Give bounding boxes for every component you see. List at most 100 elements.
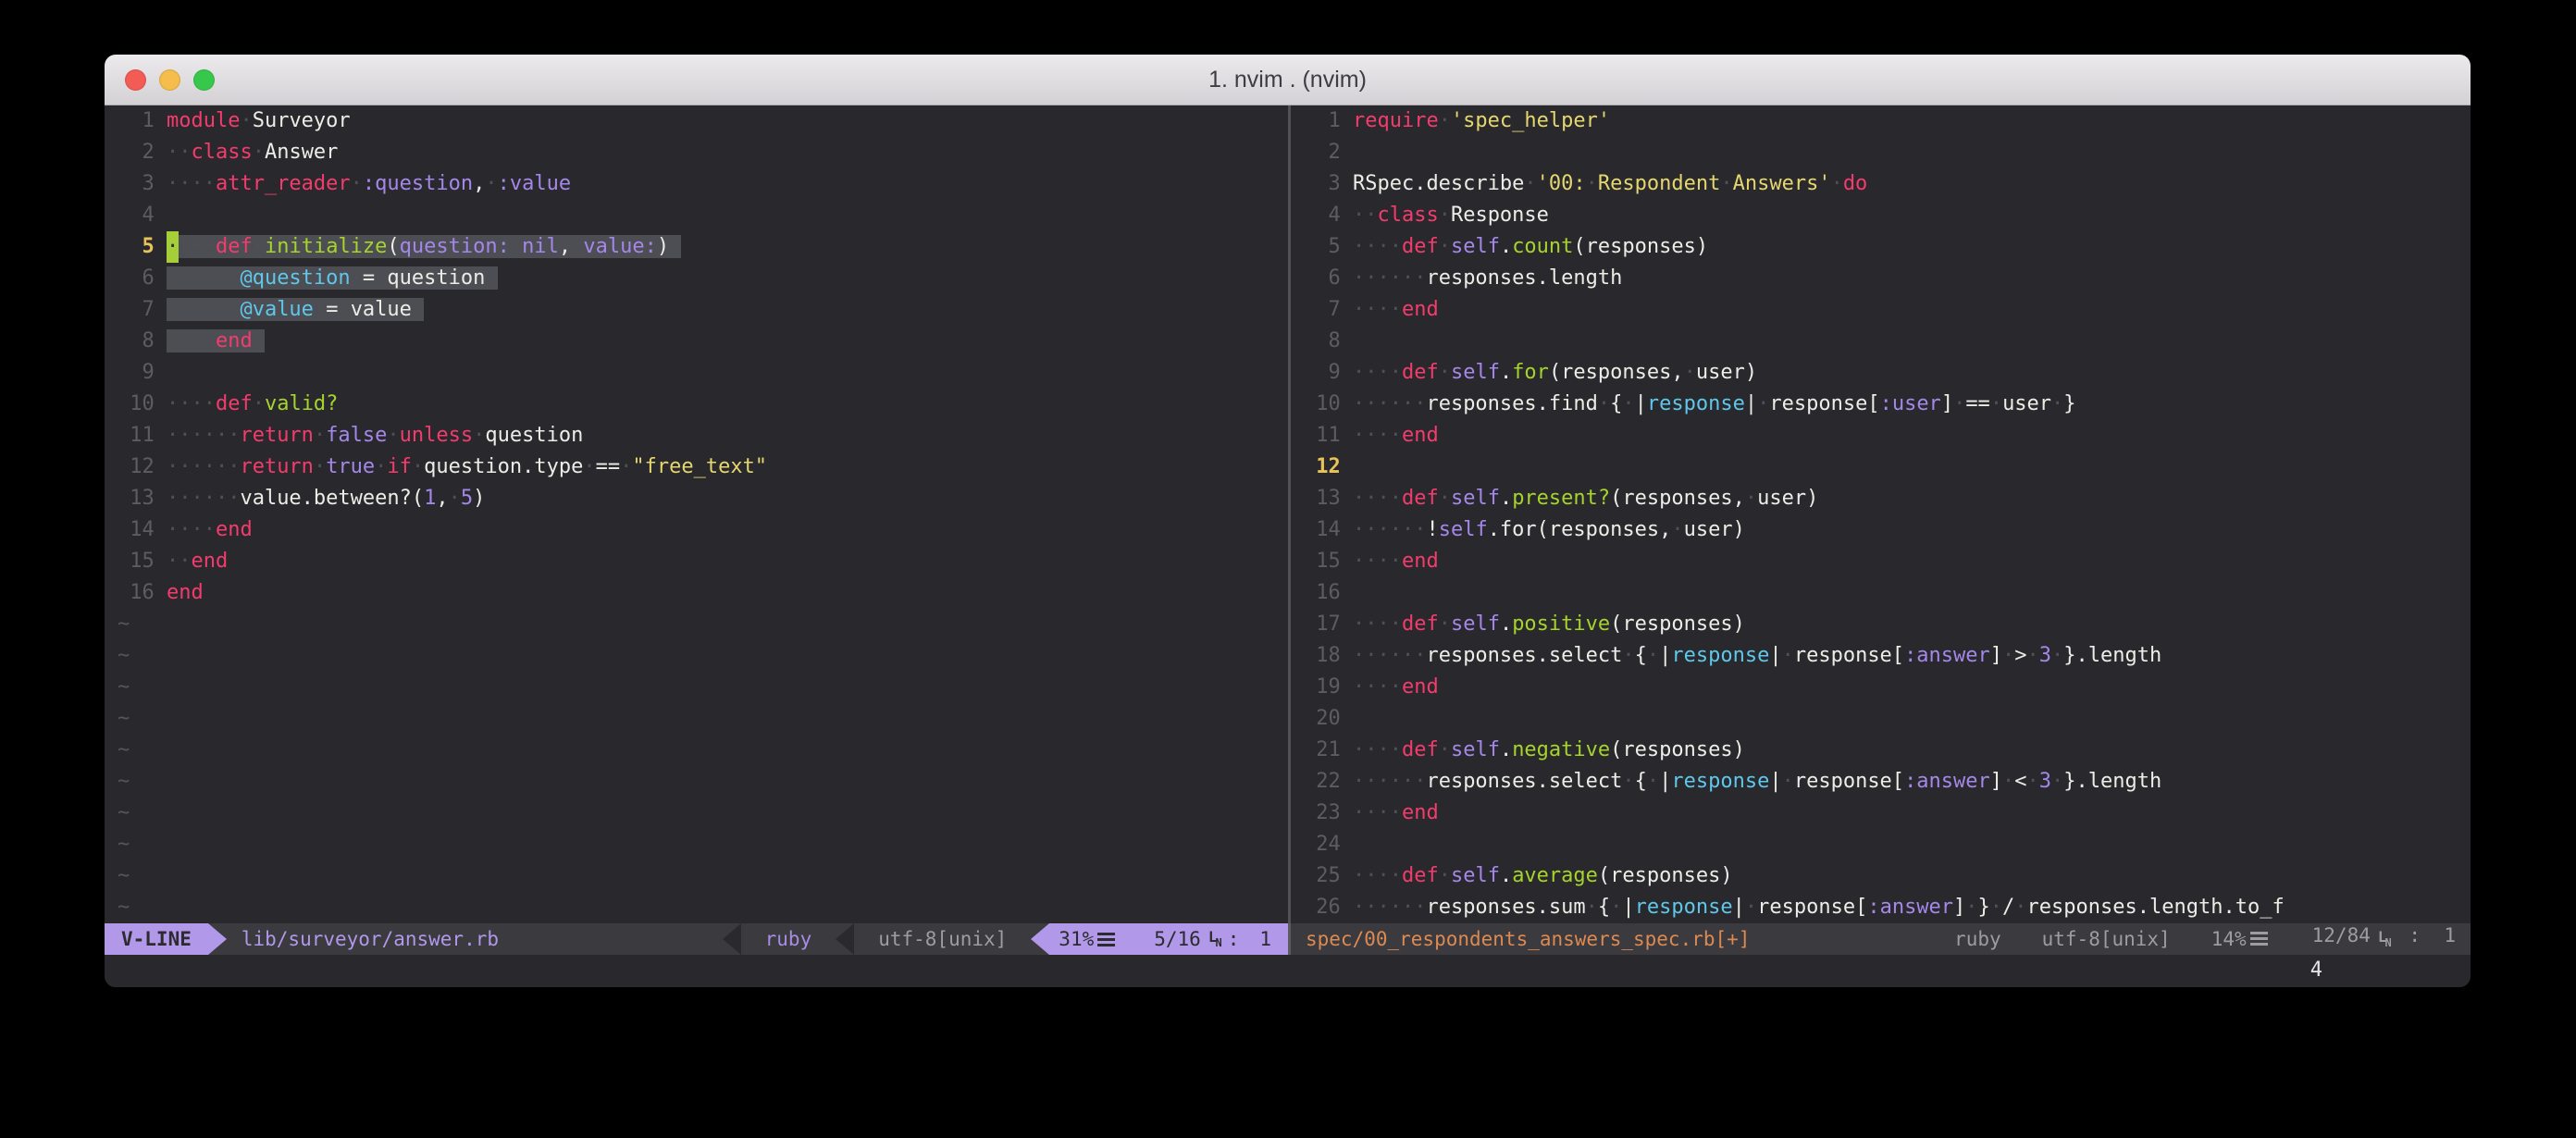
cursor-column: 1 xyxy=(1259,923,1271,955)
code-line: 6······responses.length xyxy=(1291,263,2471,294)
line-number: 9 xyxy=(118,357,155,389)
line-number: 2 xyxy=(1304,137,1341,168)
line-number: 11 xyxy=(1304,420,1341,451)
empty-buffer-line: ~ xyxy=(105,892,1288,923)
inactive-position-section: ruby utf-8[unix] 14% 12/84LN : 1 xyxy=(1913,923,2471,955)
line-number: 14 xyxy=(118,514,155,546)
line-number-icon: LN xyxy=(2378,923,2392,955)
line-number: 20 xyxy=(1304,703,1341,735)
empty-buffer-line: ~ xyxy=(105,798,1288,829)
tilde-marker: ~ xyxy=(118,675,130,699)
filetype-label: ruby xyxy=(741,923,836,955)
line-number: 1 xyxy=(1304,105,1341,137)
statusline-left: V-LINE lib/surveyor/answer.rb ruby utf-8… xyxy=(105,923,1288,955)
line-number: 26 xyxy=(1304,892,1341,923)
statusline-right: spec/00_respondents_answers_spec.rb[+] r… xyxy=(1291,923,2471,955)
nvim-editor: 1module·Surveyor2··class·Answer3····attr… xyxy=(105,105,2471,987)
code-line: 17····def·self.positive(responses) xyxy=(1291,609,2471,640)
line-number: 9 xyxy=(1304,357,1341,389)
editor-splits: 1module·Surveyor2··class·Answer3····attr… xyxy=(105,105,2471,923)
powerline-arrow-icon xyxy=(1031,923,1049,955)
code-line: 9····def·self.for(responses,·user) xyxy=(1291,357,2471,389)
line-number: 15 xyxy=(1304,546,1341,577)
tilde-marker: ~ xyxy=(118,833,130,856)
code-line: 14······!self.for(responses,·user) xyxy=(1291,514,2471,546)
right-code-pane[interactable]: 1require·'spec_helper'23RSpec.describe·'… xyxy=(1291,105,2471,923)
code-line: 10····def·valid? xyxy=(105,389,1288,420)
empty-buffer-line: ~ xyxy=(105,860,1288,892)
code-line: 15····end xyxy=(1291,546,2471,577)
powerline-arrow-icon xyxy=(208,923,227,955)
code-line: 24 xyxy=(1291,829,2471,860)
code-line: 10······responses.find·{·|response|·resp… xyxy=(1291,389,2471,420)
line-number: 14 xyxy=(1304,514,1341,546)
code-line: 18······responses.select·{·|response|·re… xyxy=(1291,640,2471,672)
code-line: 12 xyxy=(1291,451,2471,483)
inactive-file-path: spec/00_respondents_answers_spec.rb[+] xyxy=(1291,923,1765,955)
scroll-percent: 14% xyxy=(2211,923,2272,955)
line-number: 24 xyxy=(1304,829,1341,860)
line-number: 15 xyxy=(118,546,155,577)
visual-selection: ······@question·=·question xyxy=(167,266,498,290)
cursor-line-total: 12/84LN : 1 xyxy=(2312,923,2456,955)
line-number: 17 xyxy=(1304,609,1341,640)
code-line: 3RSpec.describe·'00:·Respondent·Answers'… xyxy=(1291,168,2471,200)
code-line: 14····end xyxy=(105,514,1288,546)
code-line: 16end xyxy=(105,577,1288,609)
code-line: 1module·Surveyor xyxy=(105,105,1288,137)
line-number: 7 xyxy=(1304,294,1341,326)
left-code-pane[interactable]: 1module·Surveyor2··class·Answer3····attr… xyxy=(105,105,1288,923)
empty-buffer-line: ~ xyxy=(105,609,1288,640)
line-number: 8 xyxy=(118,326,155,357)
empty-buffer-line: ~ xyxy=(105,766,1288,798)
line-number-icon: LN xyxy=(1208,923,1222,955)
code-line: 5····def·self.count(responses) xyxy=(1291,231,2471,263)
line-number: 2 xyxy=(118,137,155,168)
command-line: 4 xyxy=(105,955,2471,987)
visual-selection: ······@value·=·value xyxy=(167,298,424,321)
code-line: 19····end xyxy=(1291,672,2471,703)
line-number: 10 xyxy=(1304,389,1341,420)
visual-selection: ····end xyxy=(167,329,265,353)
code-line: 7····end xyxy=(1291,294,2471,326)
code-line: 21····def·self.negative(responses) xyxy=(1291,735,2471,766)
code-line: 22······responses.select·{·|response|·re… xyxy=(1291,766,2471,798)
line-number: 16 xyxy=(1304,577,1341,609)
line-number: 18 xyxy=(1304,640,1341,672)
empty-buffer-line: ~ xyxy=(105,640,1288,672)
tilde-marker: ~ xyxy=(118,644,130,667)
line-number: 4 xyxy=(118,200,155,231)
code-line: 2 xyxy=(1291,137,2471,168)
code-line: 4··class·Response xyxy=(1291,200,2471,231)
line-number: 7 xyxy=(118,294,155,326)
tilde-marker: ~ xyxy=(118,896,130,919)
lines-icon xyxy=(2250,932,2268,946)
line-number: 11 xyxy=(118,420,155,451)
line-number: 6 xyxy=(1304,263,1341,294)
line-number: 23 xyxy=(1304,798,1341,829)
encoding-label: utf-8[unix] xyxy=(854,923,1031,955)
line-number: 3 xyxy=(118,168,155,200)
line-number: 4 xyxy=(1304,200,1341,231)
code-line: 13······value.between?(1,·5) xyxy=(105,483,1288,514)
title-bar[interactable]: 1. nvim . (nvim) xyxy=(105,55,2471,105)
line-number: 13 xyxy=(1304,483,1341,514)
file-path: lib/surveyor/answer.rb xyxy=(227,923,514,955)
code-line: 8 ····end xyxy=(105,326,1288,357)
line-number: 25 xyxy=(1304,860,1341,892)
powerline-separator-icon xyxy=(836,923,854,955)
line-number: 21 xyxy=(1304,735,1341,766)
tilde-marker: ~ xyxy=(118,612,130,636)
tilde-marker: ~ xyxy=(118,864,130,887)
code-line: 1require·'spec_helper' xyxy=(1291,105,2471,137)
code-line: 13····def·self.present?(responses,·user) xyxy=(1291,483,2471,514)
line-number: 22 xyxy=(1304,766,1341,798)
code-line: 11······return·false·unless·question xyxy=(105,420,1288,451)
empty-buffer-line: ~ xyxy=(105,703,1288,735)
line-number: 3 xyxy=(1304,168,1341,200)
code-line: 2··class·Answer xyxy=(105,137,1288,168)
tilde-marker: ~ xyxy=(118,707,130,730)
cursor-block: · xyxy=(167,231,179,263)
line-number: 13 xyxy=(118,483,155,514)
code-line: 12······return·true·if·question.type·==·… xyxy=(105,451,1288,483)
